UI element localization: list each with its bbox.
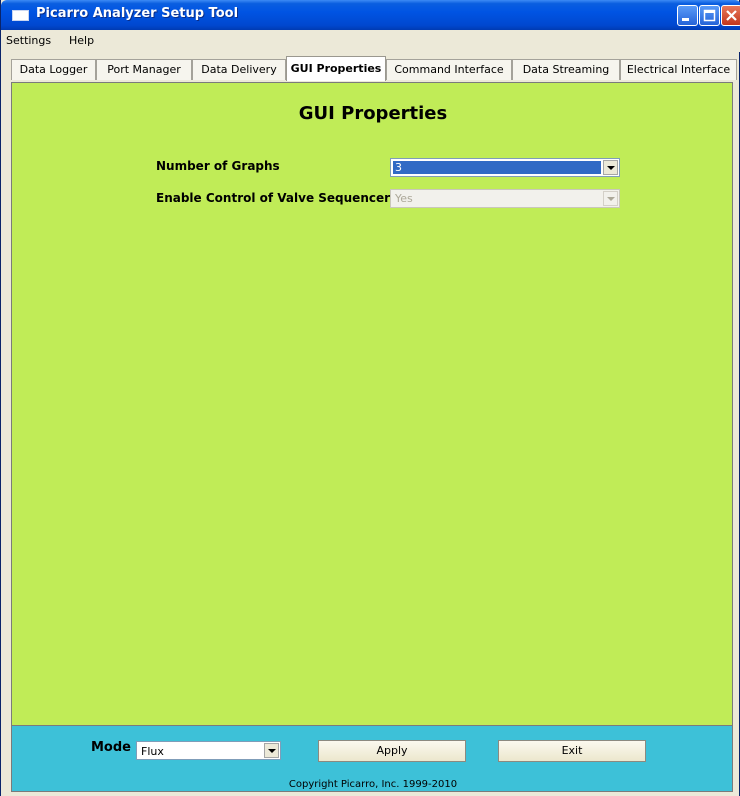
tab-data-delivery[interactable]: Data Delivery [192,59,286,80]
chevron-down-icon [607,166,615,170]
number-of-graphs-value: 3 [393,161,601,174]
exit-button[interactable]: Exit [498,740,646,762]
dropdown-button[interactable] [264,743,279,758]
page-title: GUI Properties [298,103,448,124]
number-of-graphs-label: Number of Graphs [156,159,280,173]
gui-properties-panel: GUI Properties Number of Graphs 3 Enable… [11,82,733,726]
tab-command-interface[interactable]: Command Interface [386,59,512,80]
maximize-icon [703,9,716,22]
copyright-text: Copyright Picarro, Inc. 1999-2010 [288,779,458,790]
close-icon [726,10,737,21]
minimize-icon [682,18,689,21]
footer-bar: Mode Flux Apply Exit Copyright Picarro, … [11,726,733,792]
chevron-down-icon [607,197,615,201]
tab-data-logger[interactable]: Data Logger [11,59,96,80]
window-title: Picarro Analyzer Setup Tool [36,6,239,21]
chevron-down-icon [268,749,276,753]
tab-port-manager[interactable]: Port Manager [96,59,192,80]
menu-help[interactable]: Help [69,34,94,47]
minimize-button[interactable] [677,5,698,26]
valve-sequencer-value: Yes [395,192,413,205]
menu-bar: Settings Help [1,30,740,52]
dropdown-button-disabled [603,191,618,206]
valve-sequencer-select: Yes [390,189,620,208]
mode-select[interactable]: Flux [136,741,281,760]
tab-gui-properties[interactable]: GUI Properties [286,56,386,81]
valve-sequencer-label: Enable Control of Valve Sequencer [156,191,391,205]
maximize-button[interactable] [699,5,720,26]
mode-label: Mode [91,740,131,755]
menu-settings[interactable]: Settings [6,34,51,47]
title-bar[interactable]: Picarro Analyzer Setup Tool [1,0,740,30]
number-of-graphs-select[interactable]: 3 [390,158,620,177]
apply-button[interactable]: Apply [318,740,466,762]
app-window: Picarro Analyzer Setup Tool Settings Hel… [0,0,740,796]
close-button[interactable] [721,5,740,26]
tab-electrical-interface[interactable]: Electrical Interface [620,59,737,80]
tab-data-streaming[interactable]: Data Streaming [512,59,620,80]
dropdown-button[interactable] [603,160,618,175]
tab-strip: Data Logger Port Manager Data Delivery G… [1,54,740,82]
mode-value: Flux [141,745,164,758]
app-window-icon [12,10,29,21]
